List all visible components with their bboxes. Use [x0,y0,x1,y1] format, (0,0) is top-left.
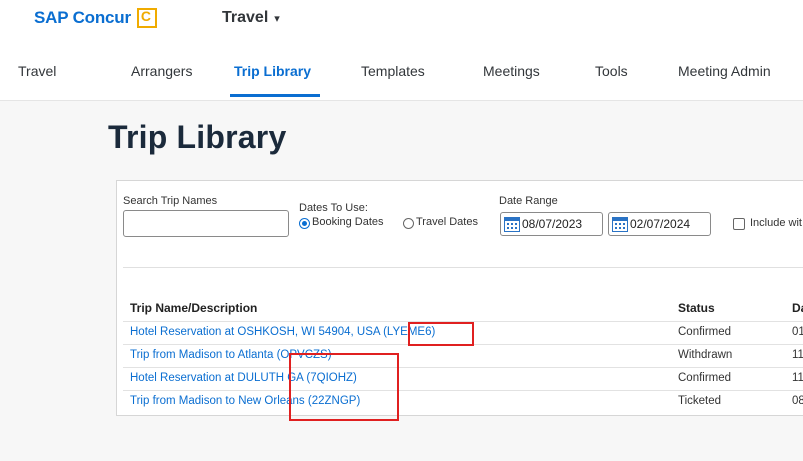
calendar-icon[interactable] [612,216,628,232]
nav-item-tools[interactable]: Tools [595,63,628,79]
date-to-value: 02/07/2024 [630,217,691,231]
app-switcher-label: Travel [222,9,269,26]
nav-item-trip-library[interactable]: Trip Library [234,63,311,79]
caret-down-icon: ▾ [274,12,280,25]
date-range-label: Date Range [499,195,558,207]
date-to-field[interactable]: 02/07/2024 [608,212,711,236]
column-header-trip-name[interactable]: Trip Name/Description [130,301,257,315]
active-tab-indicator [230,94,320,97]
trip-status: Confirmed [678,372,732,384]
table-row: Hotel Reservation at OSHKOSH, WI 54904, … [123,321,803,345]
include-label: Include wit [750,217,802,229]
travel-dates-radio[interactable] [403,218,414,229]
app-switcher-menu[interactable]: Travel ▾ [222,9,280,27]
trip-status: Confirmed [678,326,732,338]
table-row: Hotel Reservation at DULUTH GA (7QIOHZ) … [123,367,803,391]
trip-link[interactable]: Trip from Madison to Atlanta (OPVCZS) [130,349,332,361]
brand-logo[interactable]: SAP Concur C [34,8,157,28]
trip-date: 01 [792,326,803,338]
page-title: Trip Library [108,119,287,155]
date-from-value: 08/07/2023 [522,217,583,231]
trip-status: Ticketed [678,395,722,407]
trip-status: Withdrawn [678,349,733,361]
top-bar: SAP Concur C Travel ▾ [0,0,803,44]
logo-letter: C [140,8,151,24]
nav-item-arrangers[interactable]: Arrangers [131,63,192,79]
search-label: Search Trip Names [123,195,218,207]
trip-link[interactable]: Trip from Madison to New Orleans (22ZNGP… [130,395,360,407]
travel-dates-label: Travel Dates [416,216,478,228]
include-checkbox[interactable] [733,218,745,230]
booking-dates-radio[interactable] [299,218,310,229]
search-trip-names-input[interactable] [123,210,289,237]
date-from-field[interactable]: 08/07/2023 [500,212,603,236]
nav-item-templates[interactable]: Templates [361,63,425,79]
nav-item-travel[interactable]: Travel [18,63,56,79]
divider [123,267,803,268]
table-row: Trip from Madison to Atlanta (OPVCZS) Wi… [123,344,803,368]
trip-date: 08 [792,395,803,407]
trip-link[interactable]: Hotel Reservation at DULUTH GA (7QIOHZ) [130,372,357,384]
column-header-status[interactable]: Status [678,301,715,315]
table-row: Trip from Madison to New Orleans (22ZNGP… [123,390,803,414]
trip-date: 11 [792,372,803,384]
dates-to-use-label: Dates To Use: [299,202,368,214]
nav-item-meeting-admin[interactable]: Meeting Admin [678,63,771,79]
booking-dates-label: Booking Dates [312,216,384,228]
trip-date: 11 [792,349,803,361]
calendar-icon[interactable] [504,216,520,232]
main-content: Trip Library Search Trip Names Dates To … [0,101,803,461]
trip-library-panel: Search Trip Names Dates To Use: Booking … [116,180,803,421]
brand-name: SAP Concur [34,8,131,27]
nav-item-meetings[interactable]: Meetings [483,63,540,79]
concur-c-icon: C [136,8,157,28]
trip-link[interactable]: Hotel Reservation at OSHKOSH, WI 54904, … [130,326,435,338]
column-header-date[interactable]: Da [792,301,803,315]
main-nav: Travel Arrangers Trip Library Templates … [0,52,803,101]
